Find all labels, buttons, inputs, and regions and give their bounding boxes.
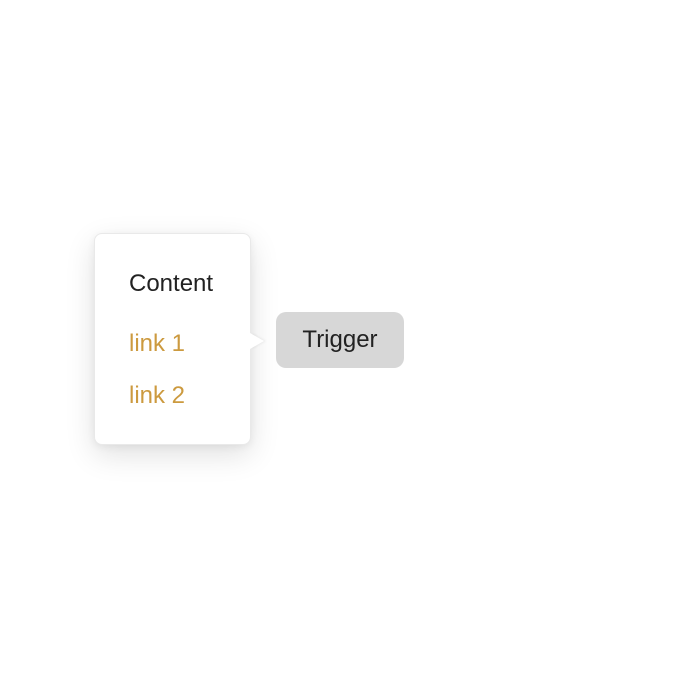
- trigger-button[interactable]: Trigger: [276, 312, 404, 368]
- popover-arrow: [250, 333, 264, 349]
- popover-title: Content: [129, 270, 214, 297]
- popover-link-2[interactable]: link 2: [129, 382, 185, 410]
- popover: Content link 1 link 2: [94, 233, 251, 445]
- page-stage: Content link 1 link 2 Trigger: [0, 0, 680, 680]
- popover-link-1[interactable]: link 1: [129, 330, 185, 358]
